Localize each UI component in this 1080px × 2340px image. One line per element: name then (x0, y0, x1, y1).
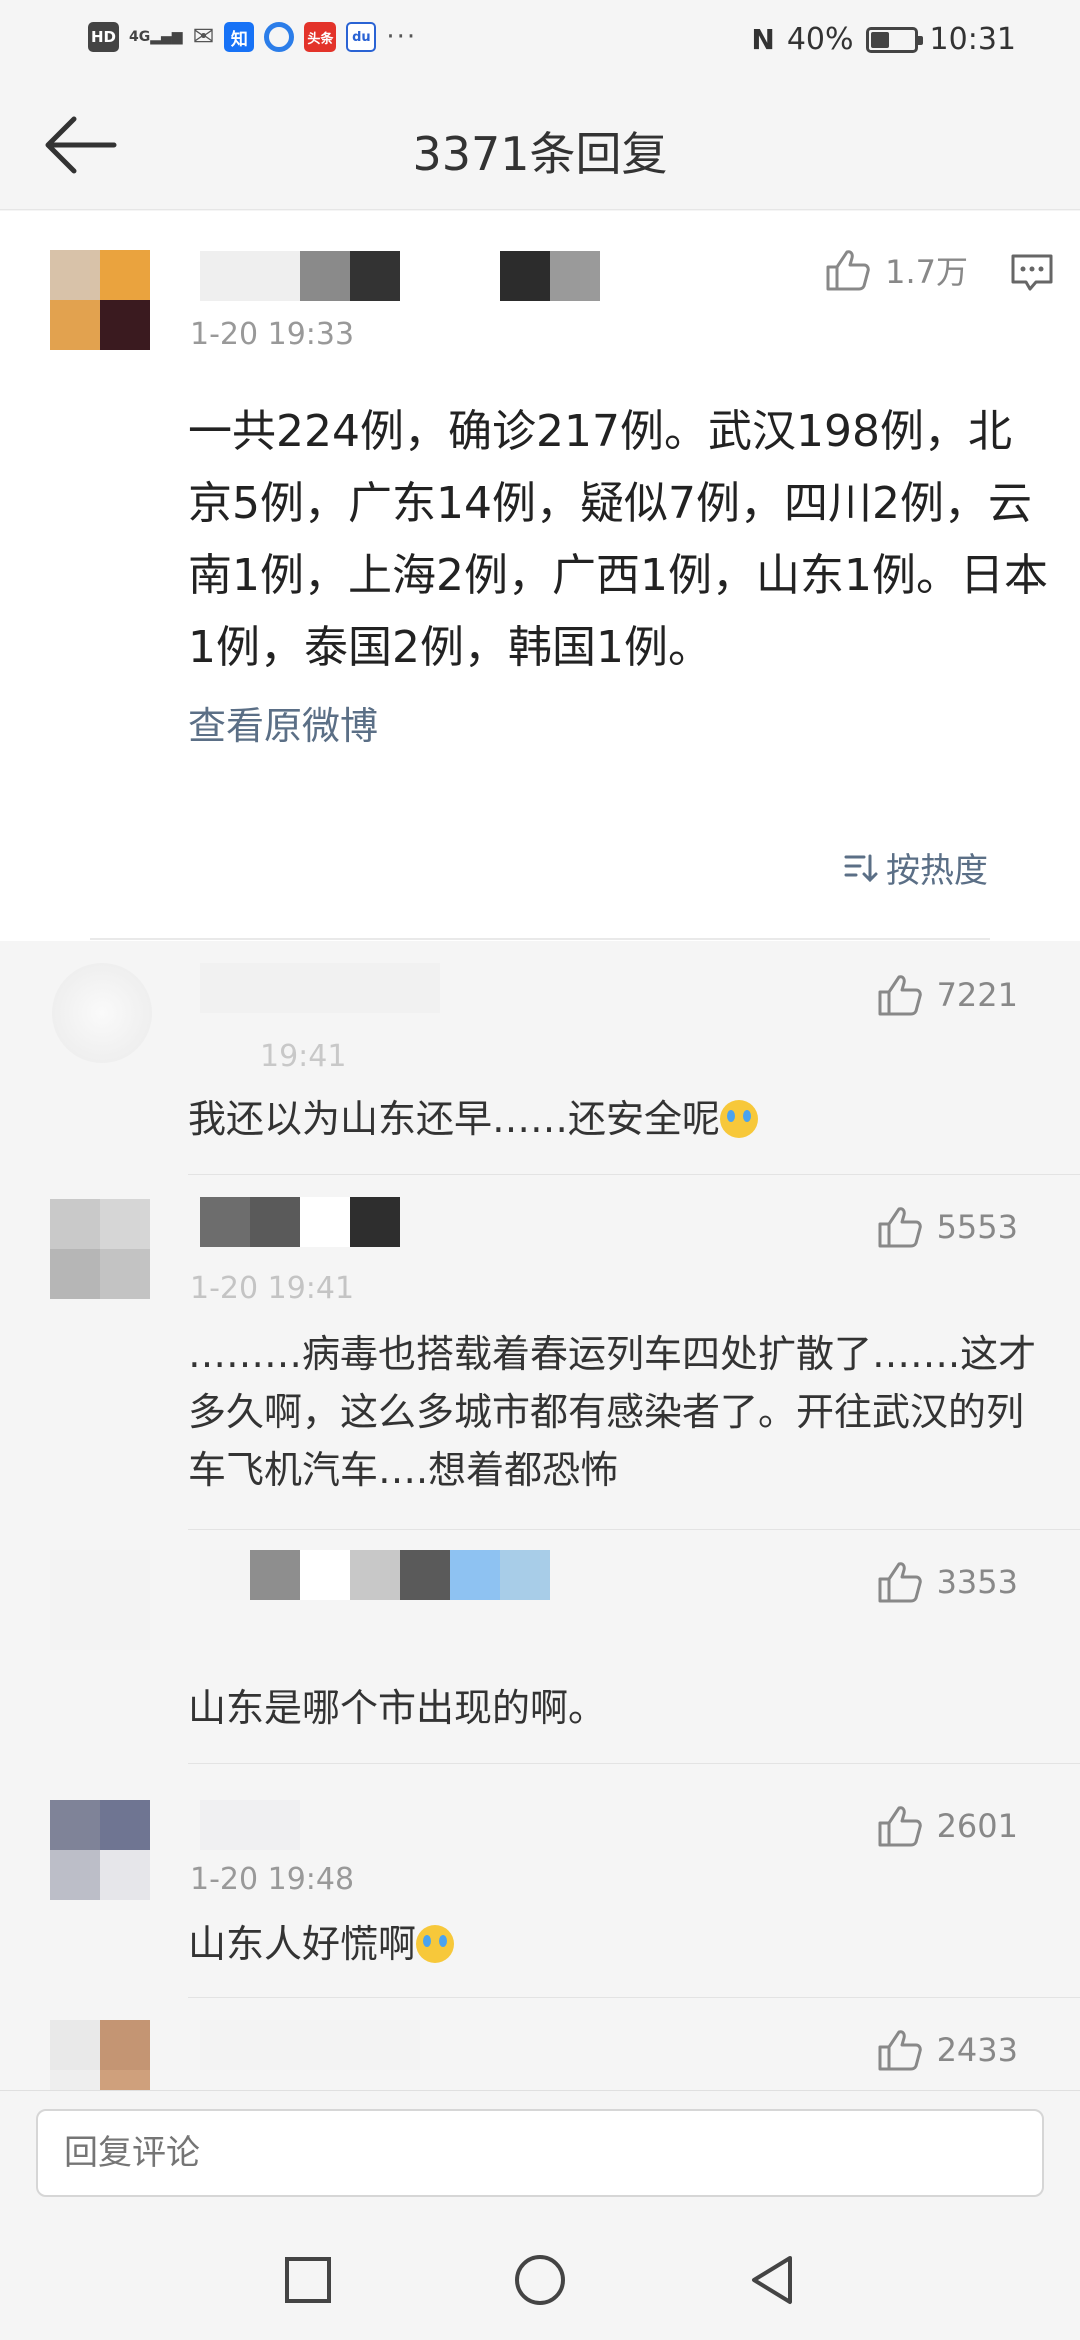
comment-icon (1011, 254, 1053, 291)
like-button[interactable]: 3353 (877, 1560, 1018, 1604)
like-count: 2601 (936, 1807, 1018, 1845)
like-count: 5553 (936, 1208, 1018, 1246)
thumbs-up-icon (878, 975, 922, 1016)
username-blurred[interactable] (200, 1197, 400, 1247)
square-icon (285, 2257, 331, 2303)
avatar[interactable] (50, 250, 150, 350)
thumbs-up-icon (826, 250, 870, 291)
avatar[interactable] (50, 1800, 150, 1900)
triangle-back-icon (752, 2256, 792, 2304)
battery-icon (865, 26, 923, 53)
reply-time: 1-20 19:48 (190, 1862, 355, 1897)
browser-icon (264, 22, 295, 52)
like-count: 1.7万 (885, 253, 968, 291)
reply-time: 19:41 (260, 1039, 347, 1074)
baidu-icon: du (346, 22, 377, 52)
signal-label: 4G (129, 29, 151, 45)
nfc-icon: N (751, 23, 775, 56)
wechat-icon: ✉ (192, 22, 215, 52)
thumbs-up-icon (878, 2030, 922, 2071)
hd-icon: HD (88, 22, 120, 52)
thumbs-up-icon (878, 1207, 922, 1248)
thumbs-up-icon (878, 1806, 922, 1847)
toutiao-icon: 头条 (304, 22, 337, 52)
recents-button[interactable] (278, 2250, 338, 2310)
avatar[interactable] (50, 2020, 150, 2090)
sort-label: 按热度 (886, 851, 988, 891)
like-button[interactable]: 5553 (877, 1205, 1018, 1249)
thumbs-up-icon (878, 1562, 922, 1603)
crying-face-icon (416, 1925, 455, 1963)
reply-text-content: 我还以为山东还早……还安全呢 (188, 1097, 721, 1141)
reply-text: 山东是哪个市出现的啊。 (188, 1686, 607, 1730)
like-button[interactable]: 7221 (877, 973, 1018, 1017)
like-count: 7221 (936, 976, 1018, 1014)
reply-button[interactable] (1010, 253, 1054, 297)
reply-item: 3353 山东是哪个市出现的啊。 (0, 1530, 1080, 1764)
circle-icon (515, 2255, 565, 2305)
like-button[interactable]: 2433 (877, 2028, 1018, 2072)
sort-icon (844, 854, 878, 882)
home-button[interactable] (510, 2250, 570, 2310)
page-title: 3371条回复 (412, 127, 668, 181)
like-count: 2433 (936, 2031, 1018, 2069)
reply-item: 1-20 19:48 2601 山东人好慌啊 (0, 1764, 1080, 1998)
avatar[interactable] (50, 1199, 150, 1299)
status-left-icons: HD 4G▂▄▆ ✉ 知 头条 du ··· (88, 22, 417, 52)
avatar-tile (50, 300, 100, 350)
avatar-tile (50, 250, 100, 300)
reply-input-bar (0, 2090, 1080, 2210)
avatar-tile (100, 300, 150, 350)
comment-text: 一共224例，确诊217例。武汉198例，北京5例，广东14例，疑似7例，四川2… (188, 406, 1048, 673)
reply-text-content: 山东人好慌啊 (188, 1922, 417, 1966)
status-right: N 40% 10:31 (751, 22, 1016, 57)
view-original-link[interactable]: 查看原微博 (188, 695, 378, 750)
reply-time: 1-20 19:41 (190, 1271, 355, 1306)
battery-fill (870, 31, 889, 48)
divider (90, 938, 990, 940)
clock: 10:31 (929, 22, 1016, 57)
reply-input[interactable] (36, 2109, 1044, 2197)
like-button[interactable]: 1.7万 (825, 247, 968, 293)
status-bar: HD 4G▂▄▆ ✉ 知 头条 du ··· N 40% 10:31 (0, 0, 1080, 80)
reply-item: 1-20 19:41 5553 ………病毒也搭载着春运列车四处扩散了…….这才多… (0, 1175, 1080, 1530)
header: 3371条回复 (0, 80, 1080, 210)
like-count: 3353 (936, 1563, 1018, 1601)
comment-time: 1-20 19:33 (190, 317, 355, 352)
reply-text: 山东人好慌啊 (188, 1916, 1048, 1972)
avatar[interactable] (50, 1550, 150, 1650)
avatar[interactable] (52, 963, 152, 1063)
reply-text: 我还以为山东还早……还安全呢 (188, 1091, 1048, 1147)
signal-icon: 4G▂▄▆ (129, 29, 183, 45)
username-blurred[interactable] (200, 251, 600, 301)
reply-text: ………病毒也搭载着春运列车四处扩散了…….这才多久啊，这么多城市都有感染者了。开… (188, 1332, 1037, 1492)
username-blurred[interactable] (200, 963, 440, 1013)
battery-percent: 40% (786, 22, 854, 57)
back-nav-button[interactable] (742, 2250, 802, 2310)
username-blurred[interactable] (200, 1800, 300, 1850)
reply-item: 19:41 7221 我还以为山东还早……还安全呢 (0, 941, 1080, 1175)
sort-button[interactable]: 按热度 (844, 843, 988, 892)
main-comment: 1-20 19:33 1.7万 一共224例，确诊217例。武汉198例，北京5… (0, 211, 1080, 941)
zhihu-icon: 知 (224, 22, 255, 52)
more-notifications-icon: ··· (386, 22, 418, 52)
crying-face-icon (720, 1100, 759, 1138)
username-blurred[interactable] (200, 2020, 420, 2070)
system-nav-bar (0, 2210, 1080, 2340)
avatar-tile (100, 250, 150, 300)
username-blurred[interactable] (200, 1550, 550, 1600)
like-button[interactable]: 2601 (877, 1804, 1018, 1848)
reply-item: 2433 (0, 1998, 1080, 2090)
